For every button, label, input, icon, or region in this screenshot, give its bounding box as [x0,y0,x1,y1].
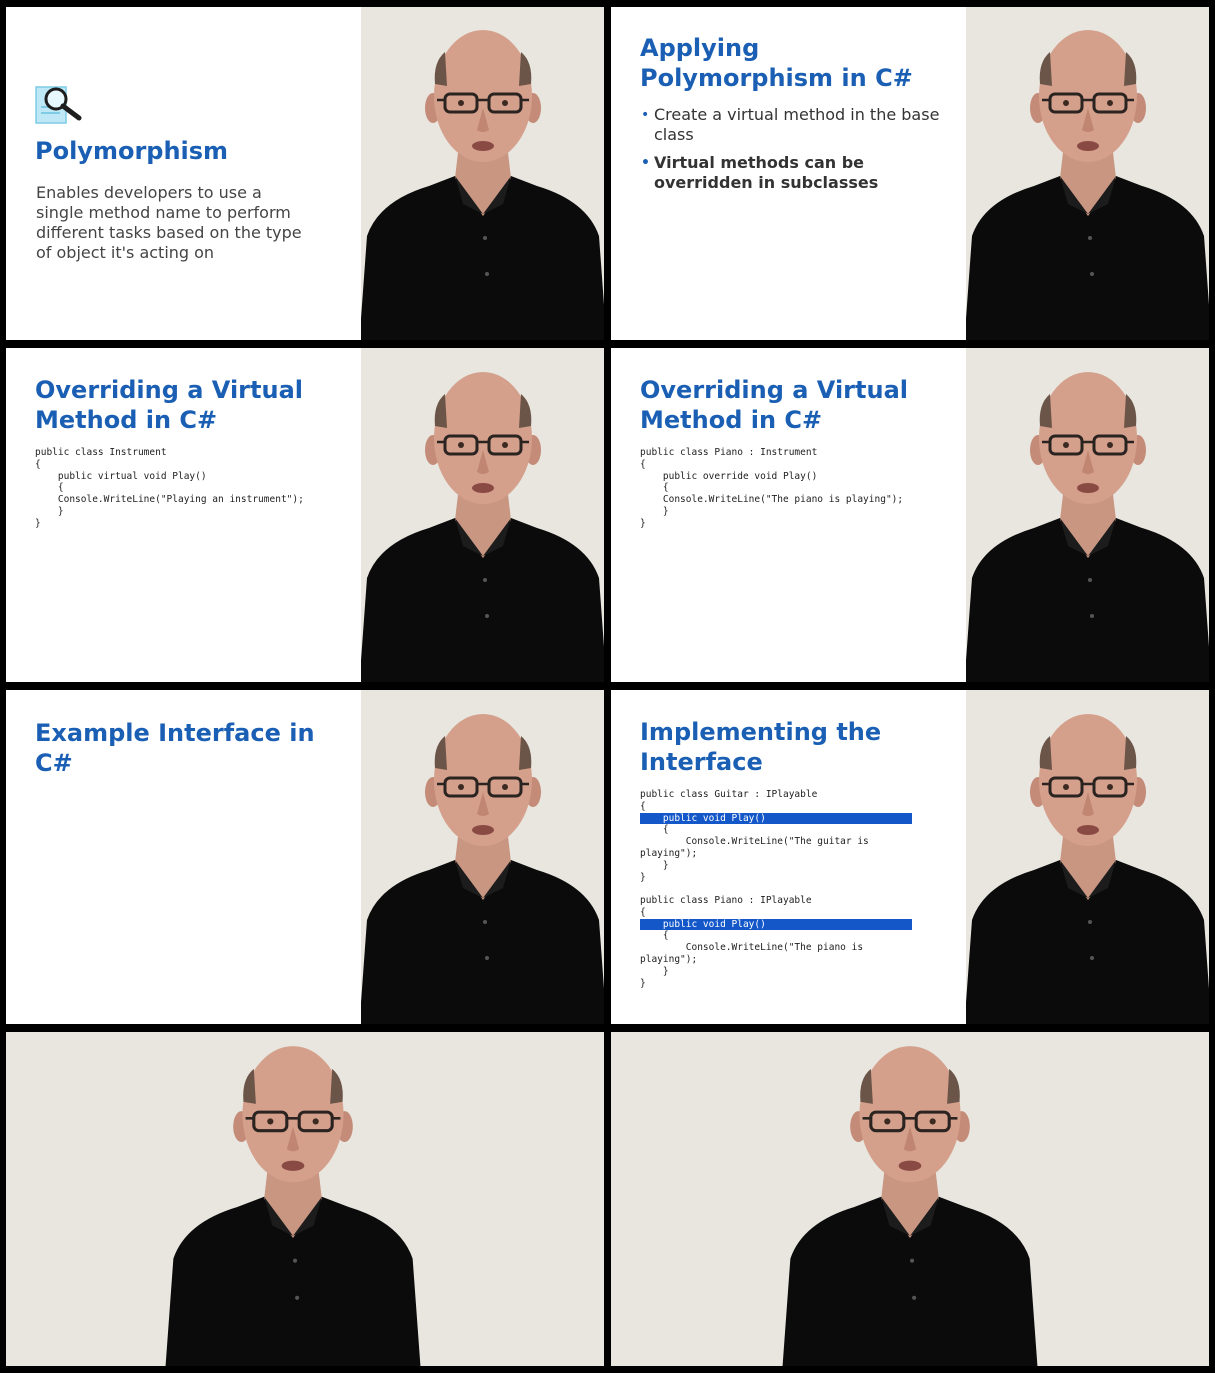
code-snippet: public class Piano : Instrument { public… [640,447,904,529]
slide-frame-overriding-virtual-piano: Overriding a Virtual Method in C# public… [611,348,1209,682]
code-line: public class Piano : IPlayable { [640,895,812,918]
slide-frame-example-interface: Example Interface in C# [6,690,604,1024]
slide-title: Applying Polymorphism in C# [640,34,913,92]
code-snippet: public class Instrument { public virtual… [35,447,304,529]
presenter-figure [765,1042,1055,1366]
slide-frame-overriding-virtual-base: Overriding a Virtual Method in C# public… [6,348,604,682]
presenter-frame-full [611,1032,1209,1366]
presenter-video [966,348,1209,682]
slide-frame-polymorphism: Polymorphism Enables developers to use a… [6,7,604,340]
presenter-figure [361,368,604,682]
presenter-video [361,690,604,1024]
presenter-video [966,690,1209,1024]
presenter-frame-full [6,1032,604,1366]
code-line: { Console.WriteLine("The piano is playin… [640,930,864,989]
presenter-figure [361,26,604,340]
slide-title: Overriding a Virtual Method in C# [35,376,303,434]
code-line: { Console.WriteLine("The guitar is playi… [640,824,869,883]
bullet-list: Create a virtual method in the base clas… [641,105,941,201]
slide-frame-implementing-interface: Implementing the Interface public class … [611,690,1209,1024]
presenter-figure [966,26,1209,340]
magnifier-document-icon [35,86,82,124]
slide-title: Implementing the Interface [640,718,882,776]
presenter-video [966,7,1209,340]
presenter-video [361,348,604,682]
code-highlight: public void Play() [640,812,912,825]
code-highlight: public void Play() [640,918,912,931]
code-snippet-piano: public class Piano : IPlayable { public … [640,895,940,989]
presenter-video [6,1032,604,1366]
presenter-video [611,1032,1209,1366]
presenter-figure [361,710,604,1024]
bullet-item: Virtual methods can be overridden in sub… [641,153,941,193]
presenter-figure [966,710,1209,1024]
presenter-figure [966,368,1209,682]
slide-body-text: Enables developers to use a single metho… [36,183,302,262]
bullet-item: Create a virtual method in the base clas… [641,105,941,145]
slide-title: Example Interface in C# [35,719,315,777]
presenter-figure [148,1042,438,1366]
code-line: public class Guitar : IPlayable { [640,789,818,812]
presenter-video [361,7,604,340]
slide-title: Polymorphism [35,137,229,165]
code-snippet-guitar: public class Guitar : IPlayable { public… [640,789,940,883]
slide-title: Overriding a Virtual Method in C# [640,376,908,434]
slide-frame-applying-polymorphism: Applying Polymorphism in C# Create a vir… [611,7,1209,340]
